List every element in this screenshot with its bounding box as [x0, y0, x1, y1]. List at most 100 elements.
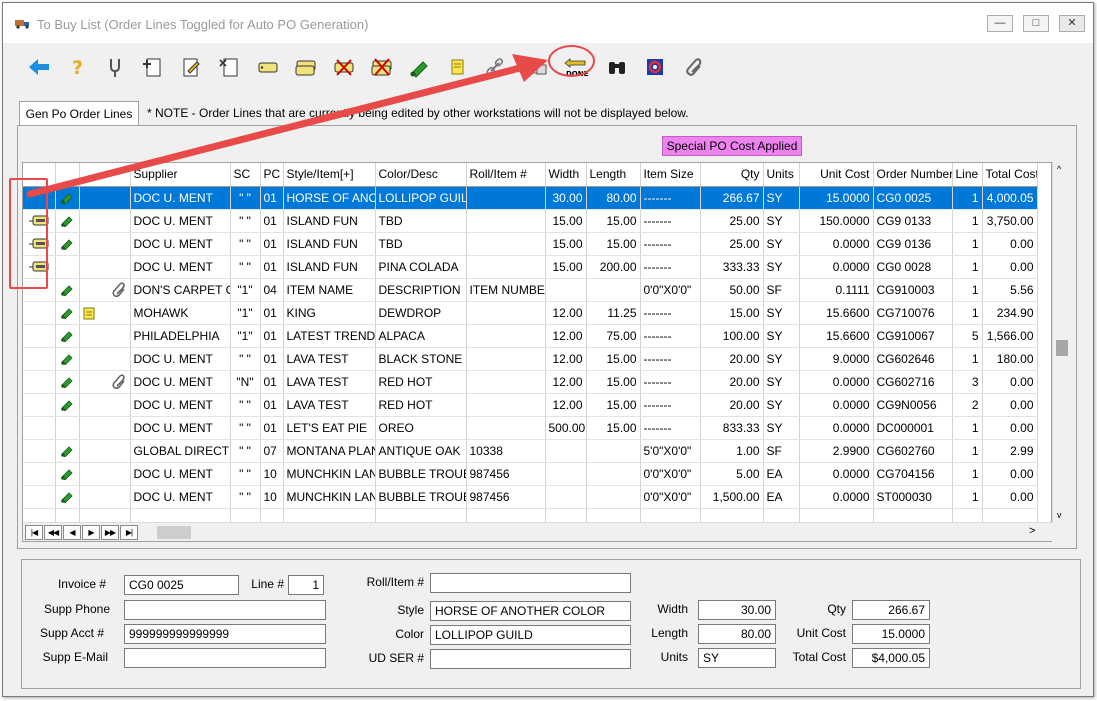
cell-item-size[interactable]: ------- [640, 393, 701, 417]
horizontal-scroll-thumb[interactable] [157, 526, 191, 539]
cell-units[interactable]: SY [763, 370, 800, 394]
untag-all-button[interactable] [367, 53, 395, 81]
maximize-button[interactable]: □ [1023, 15, 1049, 32]
cell-qty[interactable]: 25.00 [700, 232, 764, 256]
cell-item-size[interactable]: ------- [640, 301, 701, 325]
col-header-sc[interactable]: SC [230, 163, 261, 187]
cell-line[interactable]: 1 [952, 462, 983, 486]
cell-tag[interactable] [23, 324, 56, 348]
style-field[interactable]: HORSE OF ANOTHER COLOR [430, 601, 631, 621]
untag-button[interactable] [329, 53, 357, 81]
cell-color[interactable]: DESCRIPTION [375, 278, 467, 302]
col-header-supplier[interactable]: Supplier [130, 163, 231, 187]
scroll-up-icon[interactable]: ^ [1057, 164, 1061, 174]
cell-style[interactable]: MUNCHKIN LAND [283, 485, 376, 509]
cell-tag[interactable] [23, 301, 56, 325]
grid-vertical-scrollbar[interactable]: ^ v [1052, 162, 1070, 524]
cell-item-size[interactable]: 5'0"X0'0" [640, 439, 701, 463]
cell-extra[interactable] [79, 485, 131, 509]
cell-line[interactable]: 1 [952, 186, 983, 210]
cell-sc[interactable]: " " [230, 439, 261, 463]
cell-qty[interactable]: 25.00 [700, 209, 764, 233]
table-row[interactable]: PHILADELPHIA "1" 01 LATEST TREND ALPACA 12.00… [23, 324, 1038, 348]
cell-line[interactable]: 1 [952, 278, 983, 302]
cell-tag[interactable] [23, 393, 56, 417]
cell-item-size[interactable]: ------- [640, 347, 701, 371]
cell-roll[interactable] [55, 278, 80, 302]
cell-extra[interactable] [79, 393, 131, 417]
cell-total-cost[interactable]: 0.00 [982, 255, 1038, 279]
supp-acct-field[interactable]: 999999999999999 [124, 624, 326, 644]
cell-order-number[interactable]: CG9N0056 [873, 393, 953, 417]
minimize-button[interactable]: — [987, 15, 1013, 32]
cell-width[interactable]: 12.00 [545, 347, 587, 371]
cell-item-size[interactable]: ------- [640, 232, 701, 256]
cell-units[interactable]: SY [763, 416, 800, 440]
total-cost-field[interactable]: $4,000.05 [852, 648, 930, 668]
vertical-scroll-thumb[interactable] [1056, 340, 1068, 356]
cell-total-cost[interactable]: 0.00 [982, 485, 1038, 509]
close-button[interactable]: ✕ [1059, 15, 1085, 32]
cell-roll[interactable] [55, 209, 80, 233]
table-row[interactable]: DOC U. MENT "N" 01 LAVA TEST RED HOT 12.00 15.… [23, 370, 1038, 394]
cell-style[interactable]: HORSE OF ANOTHER COLOR [283, 186, 376, 210]
cell-length[interactable] [586, 462, 641, 486]
table-row[interactable]: DOC U. MENT " " 01 ISLAND FUN TBD 15.00 15.00-… [23, 209, 1038, 233]
width-field[interactable]: 30.00 [698, 600, 776, 620]
cell-unit-cost[interactable]: 9.0000 [799, 347, 874, 371]
delete-line-button[interactable] [215, 53, 243, 81]
table-row[interactable]: DOC U. MENT" "10MUNCHKIN LANDBUBBLE TROU… [23, 485, 1038, 509]
cell-length[interactable]: 200.00 [586, 255, 641, 279]
cell-roll[interactable] [55, 186, 80, 210]
cell-style[interactable]: KING [283, 301, 376, 325]
cell-sc[interactable]: " " [230, 416, 261, 440]
cell-width[interactable]: 30.00 [545, 186, 587, 210]
cell-roll-item[interactable]: ITEM NUMBER [466, 278, 546, 302]
cell-pc[interactable]: 07 [260, 439, 284, 463]
cell-supplier[interactable]: DOC U. MENT [130, 347, 231, 371]
add-line-button[interactable] [139, 53, 167, 81]
cell-extra[interactable] [79, 370, 131, 394]
scroll-down-icon[interactable]: v [1057, 510, 1062, 520]
table-row[interactable]: DON'S CARPET OUTLET"1"04ITEM NAMEDESCRIP… [23, 278, 1038, 302]
col-header-line[interactable]: Line [952, 163, 983, 187]
cell-units[interactable]: SY [763, 255, 800, 279]
cell-roll[interactable] [55, 301, 80, 325]
cell-length[interactable]: 75.00 [586, 324, 641, 348]
cell-supplier[interactable]: MOHAWK [130, 301, 231, 325]
cell-qty[interactable]: 20.00 [700, 347, 764, 371]
cell-tag[interactable] [23, 439, 56, 463]
cell-tag[interactable] [23, 416, 56, 440]
cell-supplier[interactable]: GLOBAL DIRECT [130, 439, 231, 463]
cell-roll-item[interactable] [466, 232, 546, 256]
cell-extra[interactable] [79, 347, 131, 371]
cell-width[interactable] [545, 462, 587, 486]
table-row[interactable]: MOHAWK "1" 01 KING DEWDROP 12.00 11.25 ------- 1… [23, 301, 1038, 325]
cell-order-number[interactable]: ST000030 [873, 485, 953, 509]
cell-qty[interactable]: 1,500.00 [700, 485, 764, 509]
line-field[interactable]: 1 [288, 575, 324, 595]
cell-pc[interactable]: 01 [260, 255, 284, 279]
cell-item-size[interactable]: ------- [640, 416, 701, 440]
cell-line[interactable]: 2 [952, 393, 983, 417]
cell-roll-item[interactable] [466, 347, 546, 371]
col-header-roll[interactable] [55, 163, 80, 187]
nav-next-button[interactable]: ▶ [82, 525, 100, 540]
cell-units[interactable]: SY [763, 347, 800, 371]
cell-length[interactable]: 15.00 [586, 232, 641, 256]
supp-phone-field[interactable] [124, 600, 326, 620]
col-header-item-size[interactable]: Item Size [640, 163, 701, 187]
attach-button[interactable] [679, 53, 707, 81]
cell-style[interactable]: ISLAND FUN [283, 255, 376, 279]
cell-unit-cost[interactable]: 0.1111 [799, 278, 874, 302]
cell-extra[interactable] [79, 255, 131, 279]
cell-supplier[interactable]: DOC U. MENT [130, 393, 231, 417]
cell-sc[interactable]: " " [230, 347, 261, 371]
cell-qty[interactable]: 1.00 [700, 439, 764, 463]
cell-sc[interactable]: " " [230, 393, 261, 417]
cell-width[interactable]: 15.00 [545, 255, 587, 279]
table-row[interactable]: GLOBAL DIRECT" "07MONTANA PLANKANTIQUE O… [23, 439, 1038, 463]
cell-order-number[interactable]: CG0 0025 [873, 186, 953, 210]
table-row[interactable]: DOC U. MENT " " 01 LAVA TEST RED HOT 12.00 15.… [23, 393, 1038, 417]
cell-pc[interactable]: 01 [260, 347, 284, 371]
